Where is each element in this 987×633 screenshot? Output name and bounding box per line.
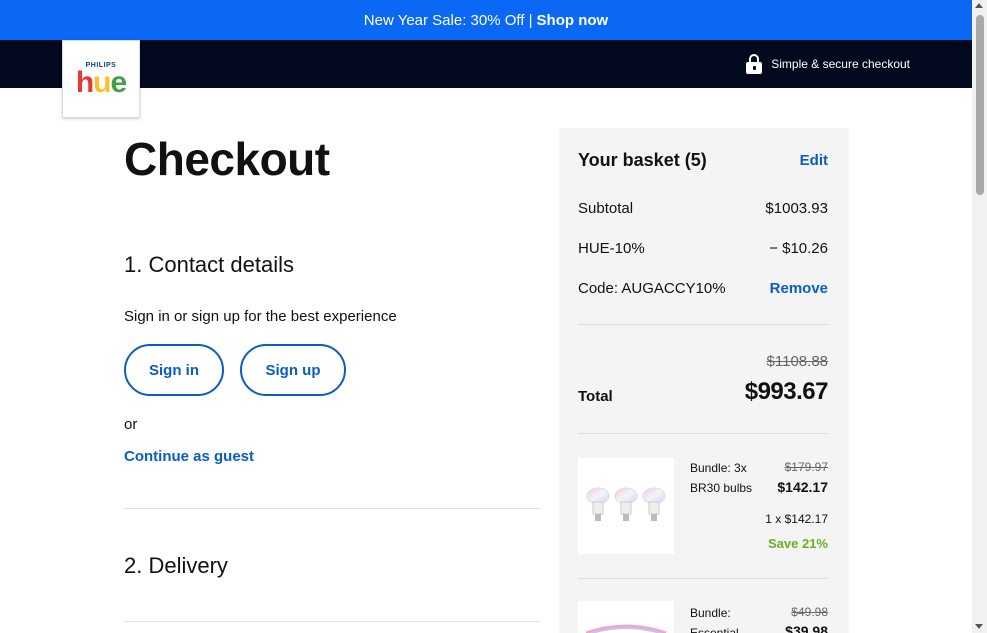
promo-banner: New Year Sale: 30% Off | Shop now [0,0,972,40]
page-title: Checkout [124,133,330,185]
philips-hue-logo[interactable]: PHILIPS hue [62,40,140,118]
total-label: Total [578,388,613,405]
edit-basket-link[interactable]: Edit [800,152,828,169]
product-price: $142.17 [777,479,828,495]
discount-row: HUE-10% − $10.26 [578,240,828,257]
secure-checkout-label: Simple & secure checkout [771,57,910,71]
total-value: $993.67 [744,378,829,405]
subtotal-row: Subtotal $1003.93 [578,200,828,217]
product-savings-badge: Save 21% [768,536,828,551]
product-image-essential-bundle[interactable] [578,601,674,633]
basket-summary: Your basket (5) Edit Subtotal $1003.93 H… [559,128,849,633]
product-old-price: $179.97 [784,460,828,474]
scroll-up-arrow-icon[interactable] [975,3,983,8]
remove-code-link[interactable]: Remove [770,280,828,297]
basket-divider [578,433,828,434]
continue-as-guest-link[interactable]: Continue as guest [124,448,254,465]
header-bar: Simple & secure checkout [0,40,972,88]
scroll-down-arrow-icon[interactable] [975,624,983,629]
subtotal-label: Subtotal [578,200,634,217]
lock-icon [745,54,763,74]
signin-prompt: Sign in or sign up for the best experien… [124,308,397,325]
basket-divider [578,324,828,325]
page-scrollbar[interactable] [972,0,987,633]
basket-divider [578,578,828,579]
basket-title: Your basket (5) [578,150,707,170]
scrollbar-thumb[interactable] [976,15,984,195]
sign-in-button[interactable]: Sign in [124,344,224,396]
discount-value: − $10.26 [769,240,828,257]
contact-details-heading: 1. Contact details [124,252,294,277]
promo-code-row: Code: AUGACCY10% Remove [578,280,828,297]
promo-text: New Year Sale: 30% Off | [363,11,533,29]
product-name: Bundle: Essential [690,606,739,633]
secure-checkout: Simple & secure checkout [745,54,910,74]
product-price: $39.98 [785,623,828,633]
product-quantity: 1 x $142.17 [765,512,828,526]
discount-label: HUE-10% [578,240,645,257]
logo-wordmark: hue [75,66,127,99]
subtotal-value: $1003.93 [765,200,828,217]
product-name: Bundle: 3x BR30 bulbs [690,461,753,495]
or-separator: or [124,416,138,433]
shop-now-link[interactable]: Shop now [537,12,609,29]
delivery-heading: 2. Delivery [124,553,228,578]
section-divider [124,621,540,622]
section-divider [124,508,540,509]
promo-code-label: Code: AUGACCY10% [578,280,726,297]
product-old-price: $49.98 [791,605,828,619]
original-total: $1108.88 [766,353,828,370]
sign-up-button[interactable]: Sign up [240,344,346,396]
product-image-br30-bulbs[interactable] [578,458,674,554]
